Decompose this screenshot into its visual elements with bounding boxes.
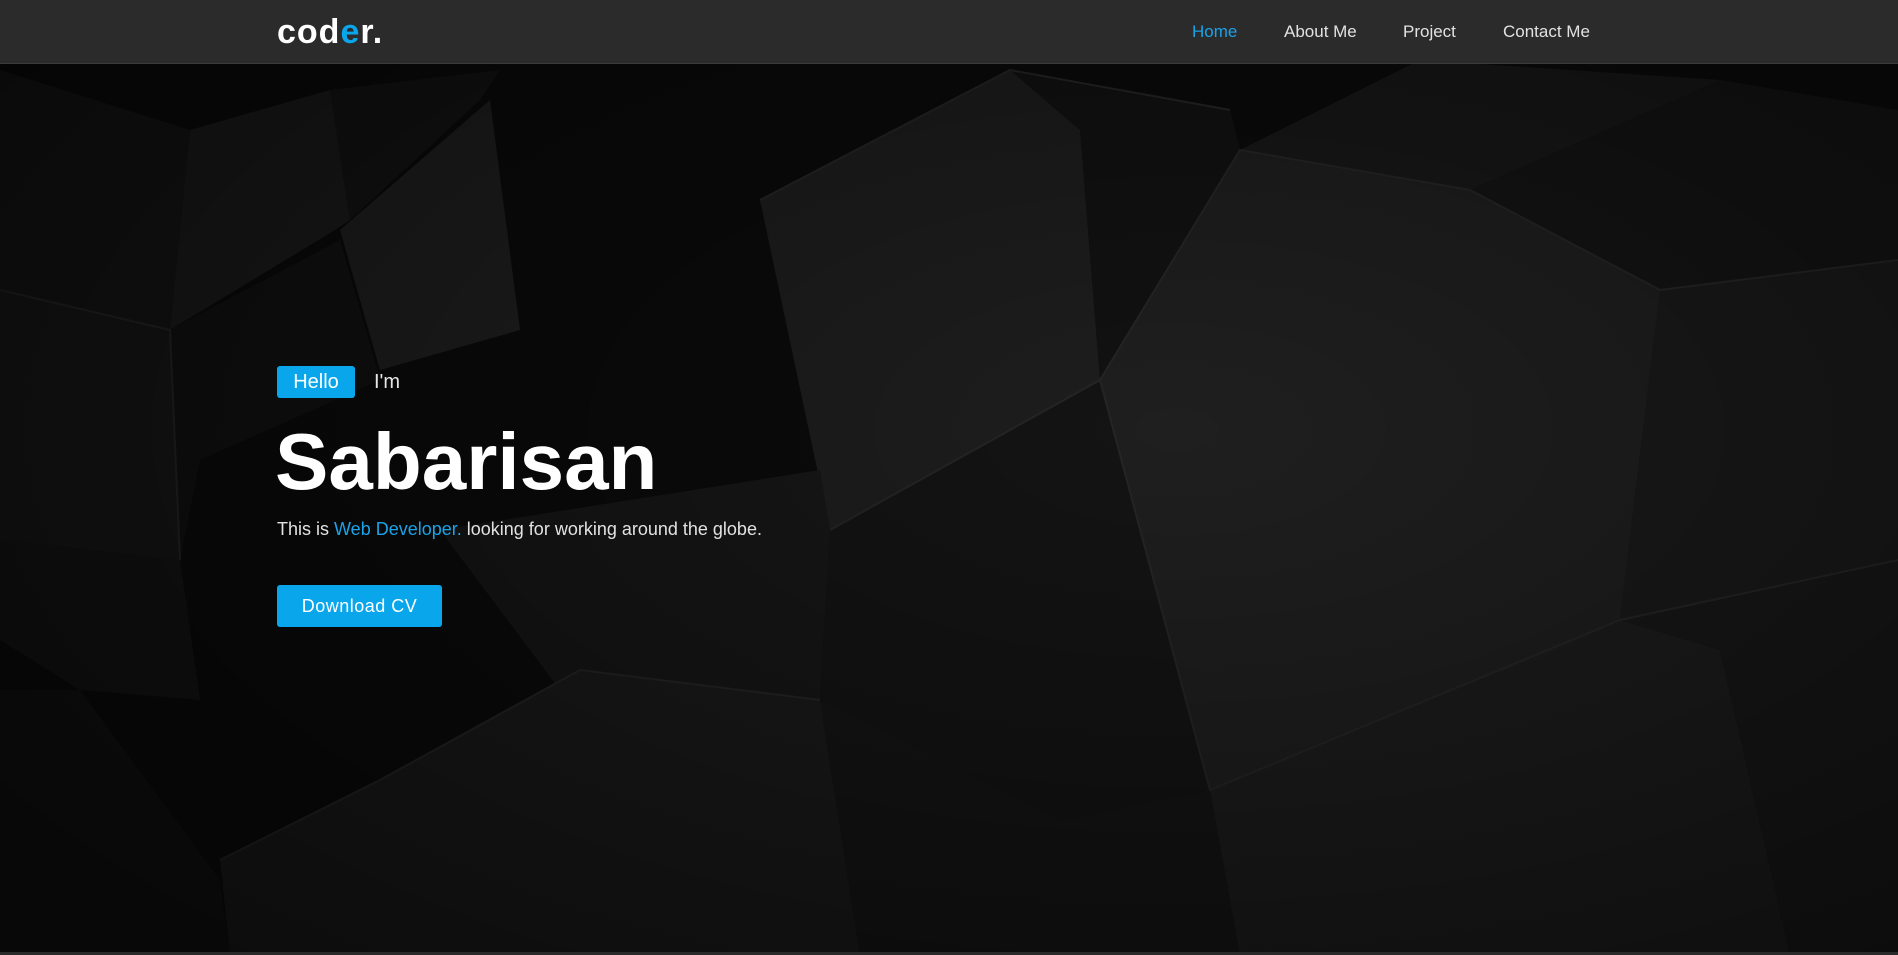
- hello-badge: Hello: [277, 366, 355, 398]
- tagline-role: Web Developer.: [334, 519, 462, 539]
- nav-links: Home About Me Project Contact Me: [0, 20, 1898, 44]
- tagline-prefix: This is: [277, 519, 335, 539]
- hero-name: Sabarisan: [275, 417, 658, 506]
- intro-text: I'm: [374, 371, 401, 393]
- nav-link-home[interactable]: Home: [1192, 20, 1237, 44]
- download-cv-button[interactable]: Download CV: [277, 585, 442, 627]
- tagline-suffix: looking for working around the globe.: [461, 519, 762, 539]
- nav-link-about[interactable]: About Me: [1284, 20, 1357, 44]
- hero-tagline: This is Web Developer. looking for worki…: [277, 517, 762, 541]
- top-navbar: coder. Home About Me Project Contact Me: [0, 0, 1898, 64]
- nav-link-contact[interactable]: Contact Me: [1503, 20, 1590, 44]
- portfolio-page: coder. Home About Me Project Contact Me …: [0, 0, 1898, 955]
- nav-link-project[interactable]: Project: [1403, 20, 1456, 44]
